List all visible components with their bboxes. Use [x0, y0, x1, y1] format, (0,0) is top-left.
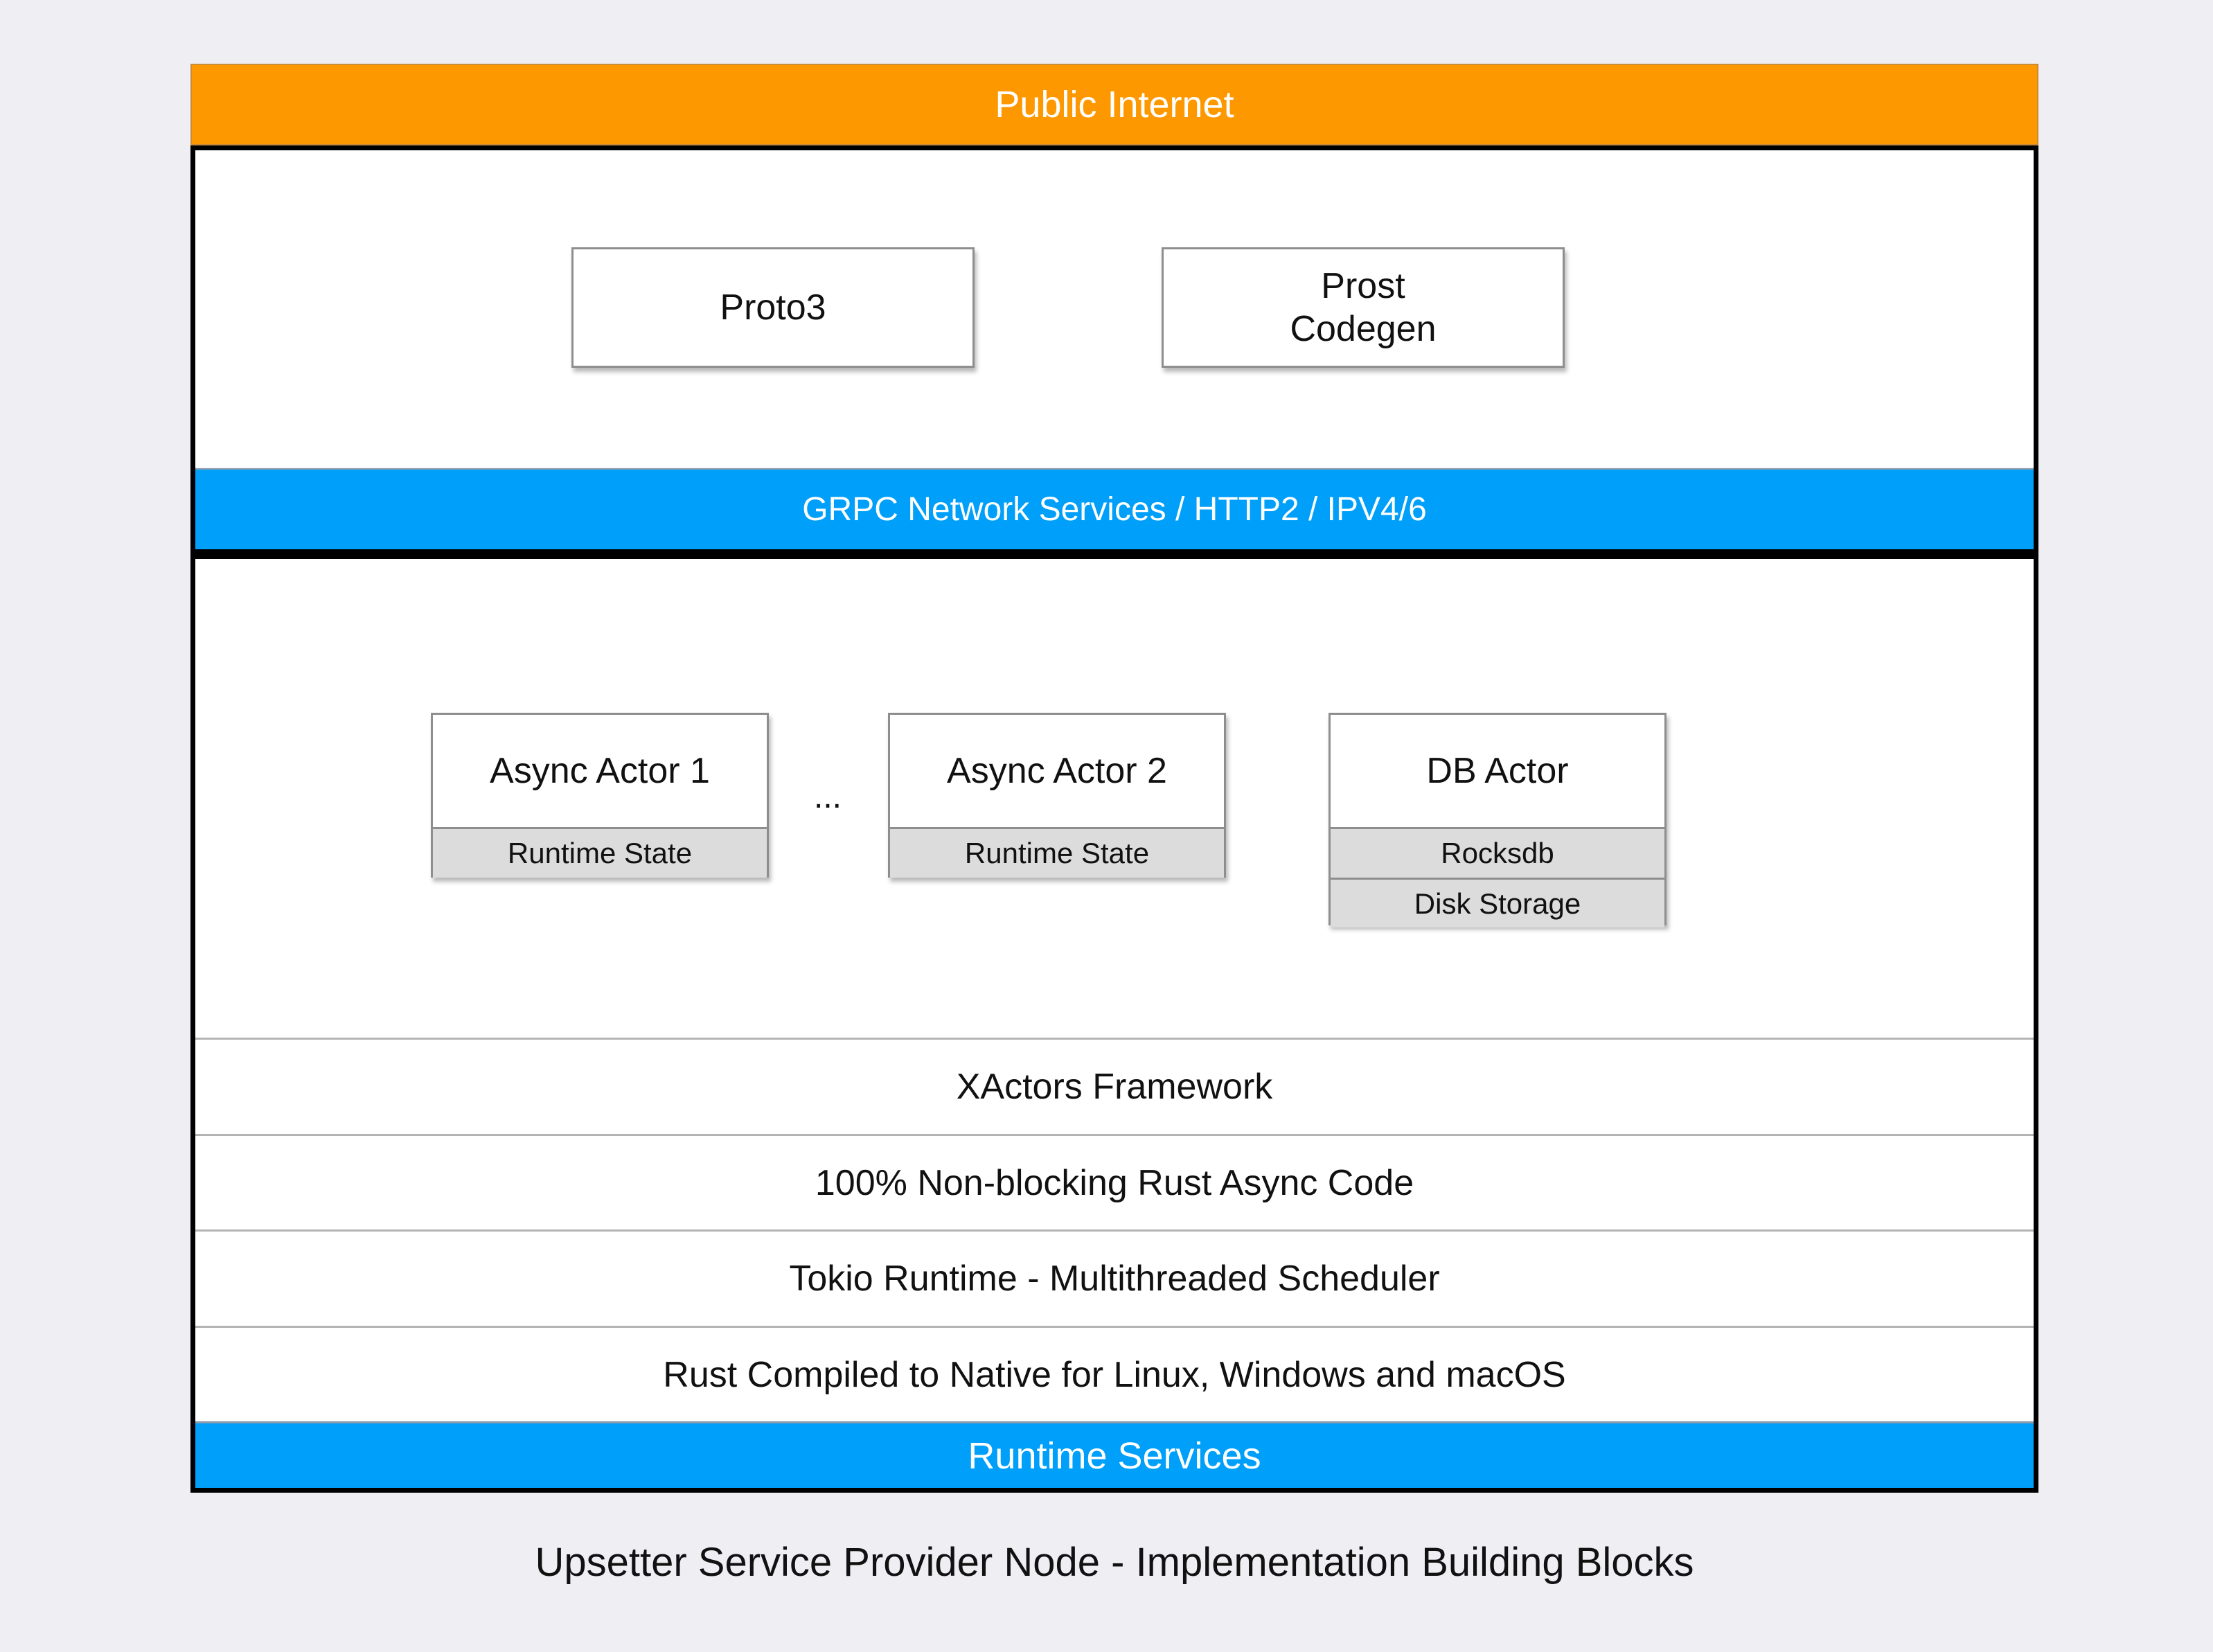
- tokio-runtime-layer: Tokio Runtime - Multithreaded Scheduler: [195, 1229, 2034, 1326]
- runtime-services-band: Runtime Services: [195, 1421, 2034, 1488]
- proto3-box: Proto3: [571, 247, 975, 368]
- xactors-framework-layer: XActors Framework: [195, 1038, 2034, 1134]
- non-blocking-async-code-layer: 100% Non-blocking Rust Async Code: [195, 1134, 2034, 1229]
- async-actor-2-box: Async Actor 2 Runtime State: [888, 713, 1226, 878]
- async-actor-1-title: Async Actor 1: [490, 751, 710, 791]
- db-actor-title: DB Actor: [1426, 751, 1569, 791]
- grpc-network-services-band: GRPC Network Services / HTTP2 / IPV4/6: [195, 468, 2034, 549]
- public-internet-band: Public Internet: [190, 64, 2038, 145]
- async-actor-1-box: Async Actor 1 Runtime State: [431, 713, 769, 878]
- db-actor-rocksdb: Rocksdb: [1331, 827, 1664, 878]
- network-services-area: [195, 150, 2034, 468]
- db-actor-box: DB Actor Rocksdb Disk Storage: [1328, 713, 1667, 927]
- db-actor-disk-storage: Disk Storage: [1331, 878, 1664, 927]
- prost-label-line1: Prost: [1321, 265, 1405, 306]
- ellipsis-label: ...: [813, 778, 842, 815]
- async-actor-2-title: Async Actor 2: [947, 751, 1167, 791]
- diagram-caption: Upsetter Service Provider Node - Impleme…: [535, 1539, 1694, 1585]
- async-actor-1-runtime-state: Runtime State: [433, 827, 767, 878]
- prost-label-line2: Codegen: [1290, 309, 1437, 349]
- prost-codegen-box: Prost Codegen: [1162, 247, 1565, 368]
- async-actor-2-runtime-state: Runtime State: [890, 827, 1224, 878]
- proto3-label: Proto3: [720, 287, 826, 328]
- rust-native-compile-layer: Rust Compiled to Native for Linux, Windo…: [195, 1326, 2034, 1421]
